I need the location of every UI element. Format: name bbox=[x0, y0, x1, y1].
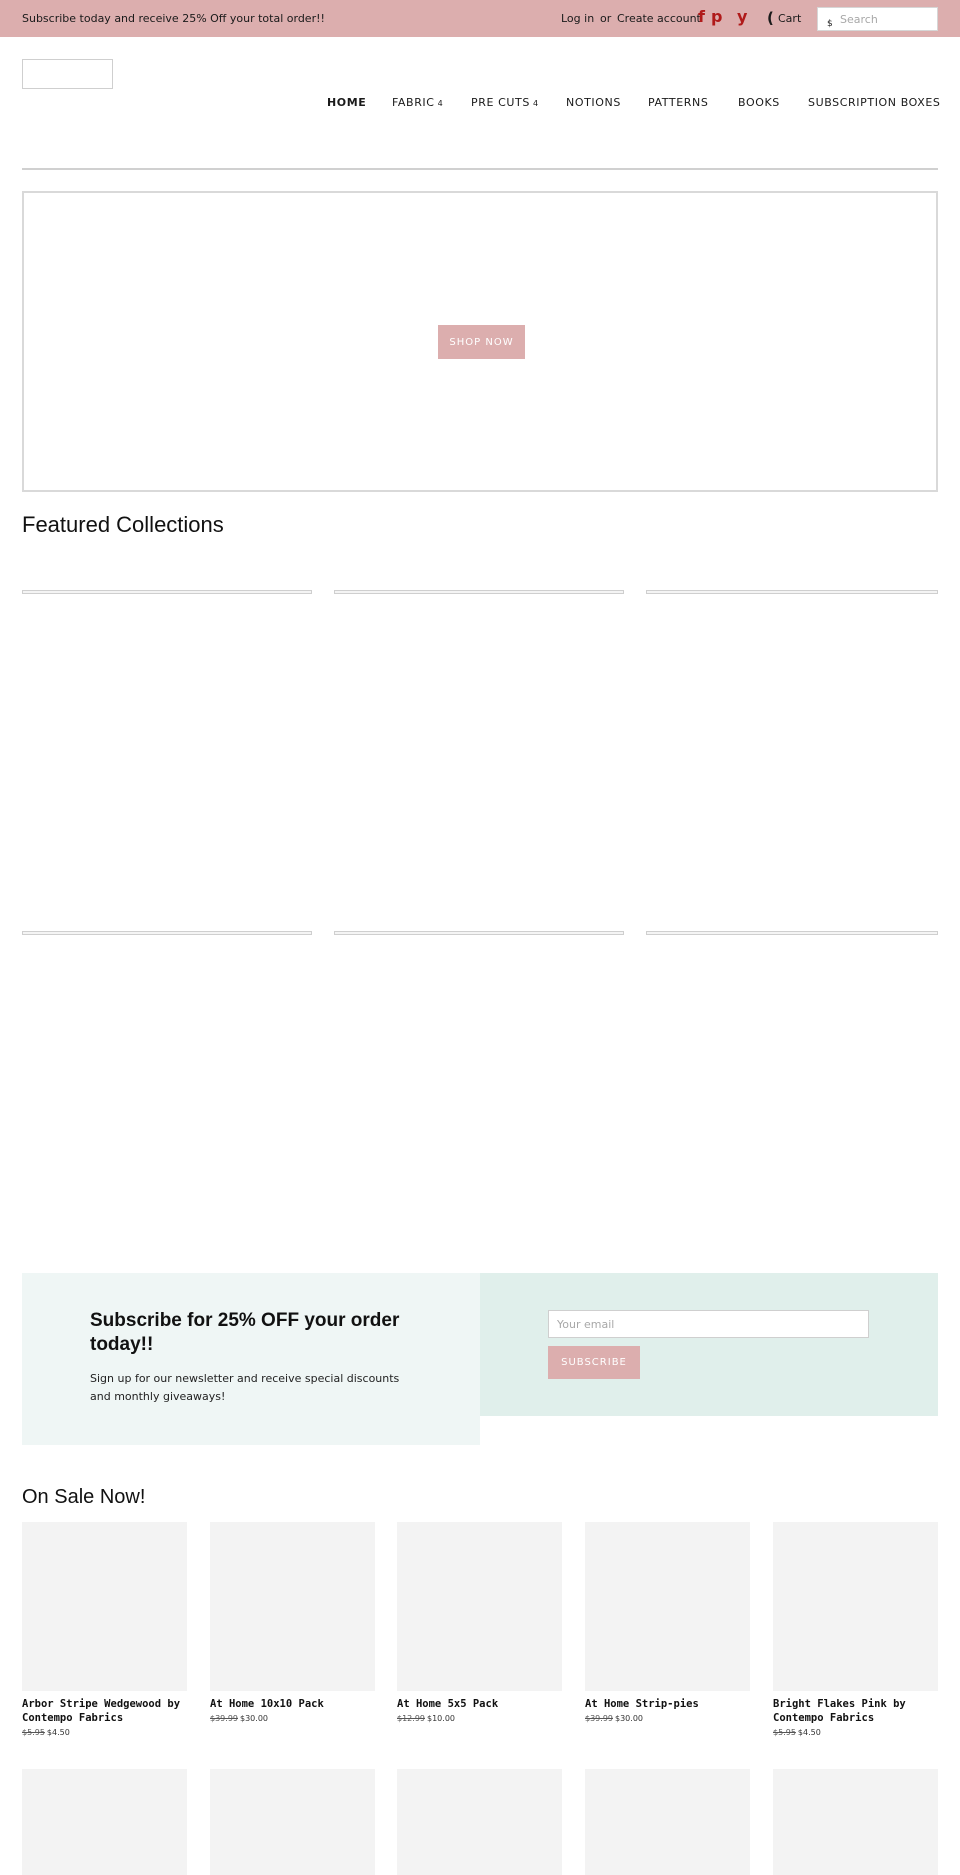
nav-label: SUBSCRIPTION BOXES bbox=[808, 96, 941, 109]
product-price: $39.99 $30.00 bbox=[210, 1714, 375, 1723]
search-icon[interactable]: $ bbox=[827, 19, 833, 29]
product-name[interactable]: Arbor Stripe Wedgewood by Contempo Fabri… bbox=[22, 1697, 187, 1725]
nav-label: FABRIC bbox=[392, 96, 435, 109]
product-card[interactable]: At Home 5x5 Pack $12.99 $10.00 bbox=[397, 1522, 562, 1723]
hero-banner: SHOP NOW bbox=[22, 191, 938, 492]
product-image[interactable] bbox=[585, 1522, 750, 1691]
header-divider bbox=[22, 168, 938, 170]
search-box[interactable]: $ bbox=[817, 7, 938, 31]
subscribe-button[interactable]: SUBSCRIBE bbox=[548, 1346, 640, 1379]
newsletter-form-panel: SUBSCRIBE bbox=[480, 1273, 938, 1416]
logo[interactable] bbox=[22, 59, 113, 89]
shop-now-button[interactable]: SHOP NOW bbox=[438, 325, 525, 359]
newsletter-info-panel: Subscribe for 25% OFF your order today!!… bbox=[22, 1273, 480, 1445]
product-image[interactable] bbox=[22, 1522, 187, 1691]
nav-item-subscription-boxes[interactable]: SUBSCRIPTION BOXES bbox=[808, 96, 941, 109]
nav-item-notions[interactable]: NOTIONS bbox=[566, 96, 621, 109]
search-input[interactable] bbox=[840, 11, 934, 27]
product-name[interactable]: At Home 10x10 Pack bbox=[210, 1697, 375, 1711]
product-card[interactable]: At Home Strip-pies $39.99 $30.00 bbox=[585, 1522, 750, 1723]
pinterest-icon[interactable]: p bbox=[711, 9, 722, 25]
nav-label: PATTERNS bbox=[648, 96, 709, 109]
newsletter-title: Subscribe for 25% OFF your order today!! bbox=[90, 1310, 400, 1355]
dropdown-caret-icon: 4 bbox=[532, 99, 539, 108]
sale-price: $10.00 bbox=[427, 1714, 455, 1723]
product-name[interactable]: At Home Strip-pies bbox=[585, 1697, 750, 1711]
sale-price: $4.50 bbox=[797, 1728, 821, 1737]
product-card[interactable]: Arbor Stripe Wedgewood by Contempo Fabri… bbox=[22, 1522, 187, 1737]
cart-link[interactable]: Cart bbox=[778, 12, 801, 25]
create-account-link[interactable]: Create account bbox=[617, 12, 701, 25]
product-price: $5.95 $4.50 bbox=[773, 1728, 938, 1737]
original-price: $5.95 bbox=[773, 1728, 796, 1737]
collection-card[interactable] bbox=[646, 931, 938, 935]
product-price: $39.99 $30.00 bbox=[585, 1714, 750, 1723]
collection-card[interactable] bbox=[334, 590, 624, 594]
nav-label: HOME bbox=[327, 96, 367, 109]
product-image[interactable] bbox=[397, 1769, 562, 1875]
sale-price: $30.00 bbox=[615, 1714, 643, 1723]
newsletter-description: Sign up for our newsletter and receive s… bbox=[90, 1372, 400, 1403]
announcement-bar: Subscribe today and receive 25% Off your… bbox=[0, 0, 960, 37]
sale-price: $30.00 bbox=[240, 1714, 268, 1723]
collection-card[interactable] bbox=[22, 931, 312, 935]
nav-item-fabric[interactable]: FABRIC 4 bbox=[392, 96, 443, 109]
nav-label: BOOKS bbox=[738, 96, 780, 109]
original-price: $39.99 bbox=[585, 1714, 613, 1723]
nav-item-pre-cuts[interactable]: PRE CUTS 4 bbox=[471, 96, 539, 109]
collection-card[interactable] bbox=[646, 590, 938, 594]
product-image[interactable] bbox=[773, 1769, 938, 1875]
nav-item-books[interactable]: BOOKS bbox=[738, 96, 780, 109]
product-image[interactable] bbox=[397, 1522, 562, 1691]
product-card[interactable]: Bright Flakes Pink by Contempo Fabrics $… bbox=[773, 1522, 938, 1737]
collection-card[interactable] bbox=[22, 590, 312, 594]
promo-text: Subscribe today and receive 25% Off your… bbox=[22, 12, 325, 25]
original-price: $5.95 bbox=[22, 1728, 45, 1737]
product-image[interactable] bbox=[585, 1769, 750, 1875]
original-price: $12.99 bbox=[397, 1714, 425, 1723]
product-image[interactable] bbox=[210, 1522, 375, 1691]
facebook-icon[interactable]: f bbox=[698, 9, 705, 25]
product-name[interactable]: At Home 5x5 Pack bbox=[397, 1697, 562, 1711]
product-price: $12.99 $10.00 bbox=[397, 1714, 562, 1723]
sale-price: $4.50 bbox=[46, 1728, 70, 1737]
product-price: $5.95 $4.50 bbox=[22, 1728, 187, 1737]
product-image[interactable] bbox=[773, 1522, 938, 1691]
nav-item-patterns[interactable]: PATTERNS bbox=[648, 96, 708, 109]
youtube-icon[interactable]: y bbox=[737, 9, 747, 25]
product-name[interactable]: Bright Flakes Pink by Contempo Fabrics bbox=[773, 1697, 938, 1725]
on-sale-title: On Sale Now! bbox=[22, 1486, 146, 1508]
original-price: $39.99 bbox=[210, 1714, 238, 1723]
dropdown-caret-icon: 4 bbox=[437, 99, 444, 108]
featured-collections-title: Featured Collections bbox=[22, 512, 224, 537]
product-image[interactable] bbox=[22, 1769, 187, 1875]
collection-card[interactable] bbox=[334, 931, 624, 935]
nav-label: PRE CUTS bbox=[471, 96, 530, 109]
cart-icon[interactable]: ( bbox=[767, 9, 774, 27]
email-field[interactable] bbox=[548, 1310, 869, 1338]
nav-item-home[interactable]: HOME bbox=[327, 96, 366, 109]
product-card[interactable]: At Home 10x10 Pack $39.99 $30.00 bbox=[210, 1522, 375, 1723]
or-text: or bbox=[600, 12, 612, 25]
login-link[interactable]: Log in bbox=[561, 12, 594, 25]
product-image[interactable] bbox=[210, 1769, 375, 1875]
nav-label: NOTIONS bbox=[566, 96, 621, 109]
